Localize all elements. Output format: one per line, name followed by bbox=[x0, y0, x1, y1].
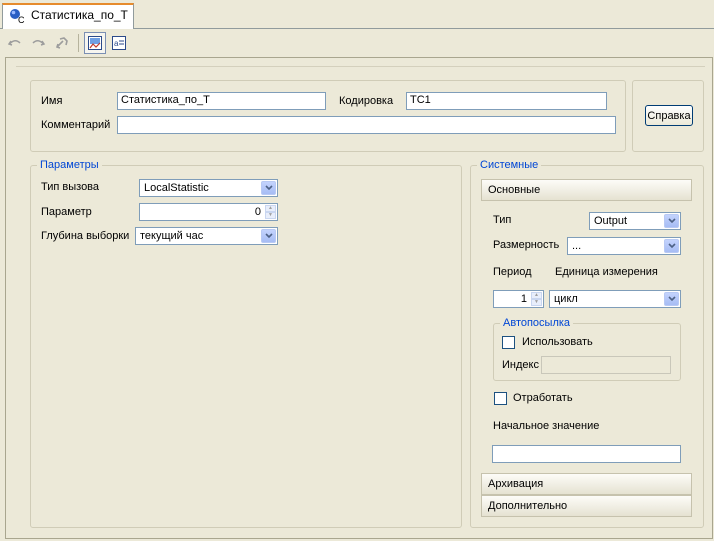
param-label: Параметр bbox=[41, 206, 92, 218]
properties-form: Имя Статистика_по_Т Кодировка TC1 Коммен… bbox=[5, 57, 713, 539]
tab-strip: C Статистика_по_Т bbox=[0, 0, 714, 29]
help-group: Справка bbox=[632, 80, 704, 152]
period-value: 1 bbox=[520, 293, 527, 305]
chevron-down-icon[interactable] bbox=[261, 229, 276, 243]
call-type-value: LocalStatistic bbox=[144, 182, 209, 194]
graphic-view-icon bbox=[88, 36, 102, 50]
function-block-icon: C bbox=[9, 8, 27, 25]
autosend-group: Автопосылка Использовать Индекс bbox=[493, 317, 681, 381]
undo-icon bbox=[7, 40, 21, 46]
help-button[interactable]: Справка bbox=[645, 105, 693, 126]
comment-input[interactable] bbox=[117, 116, 616, 134]
redo-icon bbox=[32, 40, 46, 46]
dimension-label: Размерность bbox=[493, 239, 560, 251]
unit-value: цикл bbox=[554, 293, 578, 305]
process-checkbox[interactable] bbox=[494, 392, 507, 405]
text-view-icon: a bbox=[112, 36, 126, 50]
type-label: Тип bbox=[493, 214, 512, 226]
type-select[interactable]: Output bbox=[589, 212, 681, 230]
depth-select[interactable]: текущий час bbox=[135, 227, 278, 245]
chevron-down-icon[interactable] bbox=[261, 181, 276, 195]
redo-button[interactable] bbox=[27, 32, 49, 54]
section-main[interactable]: Основные bbox=[481, 179, 692, 201]
comment-label: Комментарий bbox=[41, 119, 111, 131]
section-archive[interactable]: Архивация bbox=[481, 473, 692, 495]
parameters-title: Параметры bbox=[37, 159, 102, 171]
param-spinner[interactable]: 0 ▲ ▼ bbox=[139, 203, 278, 221]
svg-text:C: C bbox=[18, 15, 25, 24]
link-icon bbox=[55, 37, 68, 49]
svg-text:a: a bbox=[114, 39, 119, 48]
call-type-select[interactable]: LocalStatistic bbox=[139, 179, 278, 197]
chevron-down-icon[interactable] bbox=[664, 214, 679, 228]
autosend-title: Автопосылка bbox=[500, 317, 574, 329]
depth-label: Глубина выборки bbox=[41, 230, 130, 242]
identity-group: Имя Статистика_по_Т Кодировка TC1 Коммен… bbox=[30, 80, 626, 152]
system-group: Системные Основные Тип Output Размерност… bbox=[470, 159, 704, 528]
name-input[interactable]: Статистика_по_Т bbox=[117, 92, 326, 110]
use-label: Использовать bbox=[522, 336, 593, 348]
param-value: 0 bbox=[254, 206, 261, 218]
chevron-down-icon[interactable] bbox=[664, 239, 679, 253]
unit-select[interactable]: цикл bbox=[549, 290, 681, 308]
initial-value-label: Начальное значение bbox=[493, 420, 600, 432]
depth-value: текущий час bbox=[140, 230, 204, 242]
parameters-group: Параметры Тип вызова LocalStatistic Пара… bbox=[30, 159, 462, 528]
call-type-label: Тип вызова bbox=[41, 181, 100, 193]
index-input bbox=[541, 356, 671, 374]
text-view-button[interactable]: a bbox=[108, 32, 130, 54]
index-label: Индекс bbox=[502, 359, 539, 371]
spinner-arrows[interactable]: ▲ ▼ bbox=[531, 292, 542, 306]
dimension-select[interactable]: ... bbox=[567, 237, 681, 255]
period-spinner[interactable]: 1 ▲ ▼ bbox=[493, 290, 544, 308]
graphic-view-button[interactable] bbox=[84, 32, 106, 54]
section-extra[interactable]: Дополнительно bbox=[481, 495, 692, 517]
code-input[interactable]: TC1 bbox=[406, 92, 607, 110]
initial-value-input[interactable] bbox=[492, 445, 681, 463]
undo-button[interactable] bbox=[4, 32, 26, 54]
toolbar-separator bbox=[78, 34, 79, 52]
tab-function-block[interactable]: C Статистика_по_Т bbox=[2, 3, 134, 29]
chevron-down-icon[interactable] bbox=[664, 292, 679, 306]
use-checkbox[interactable] bbox=[502, 336, 515, 349]
dimension-value: ... bbox=[572, 240, 582, 252]
name-label: Имя bbox=[41, 95, 63, 107]
process-label: Отработать bbox=[513, 392, 573, 404]
toolbar: a bbox=[0, 30, 714, 56]
code-label: Кодировка bbox=[339, 95, 394, 107]
system-title: Системные bbox=[477, 159, 542, 171]
type-value: Output bbox=[594, 215, 628, 227]
period-label: Период bbox=[493, 266, 532, 278]
tab-label: Статистика_по_Т bbox=[31, 8, 128, 22]
spinner-arrows[interactable]: ▲ ▼ bbox=[265, 205, 276, 219]
link-button[interactable] bbox=[51, 32, 73, 54]
divider bbox=[16, 66, 705, 67]
unit-label: Единица измерения bbox=[555, 266, 658, 278]
